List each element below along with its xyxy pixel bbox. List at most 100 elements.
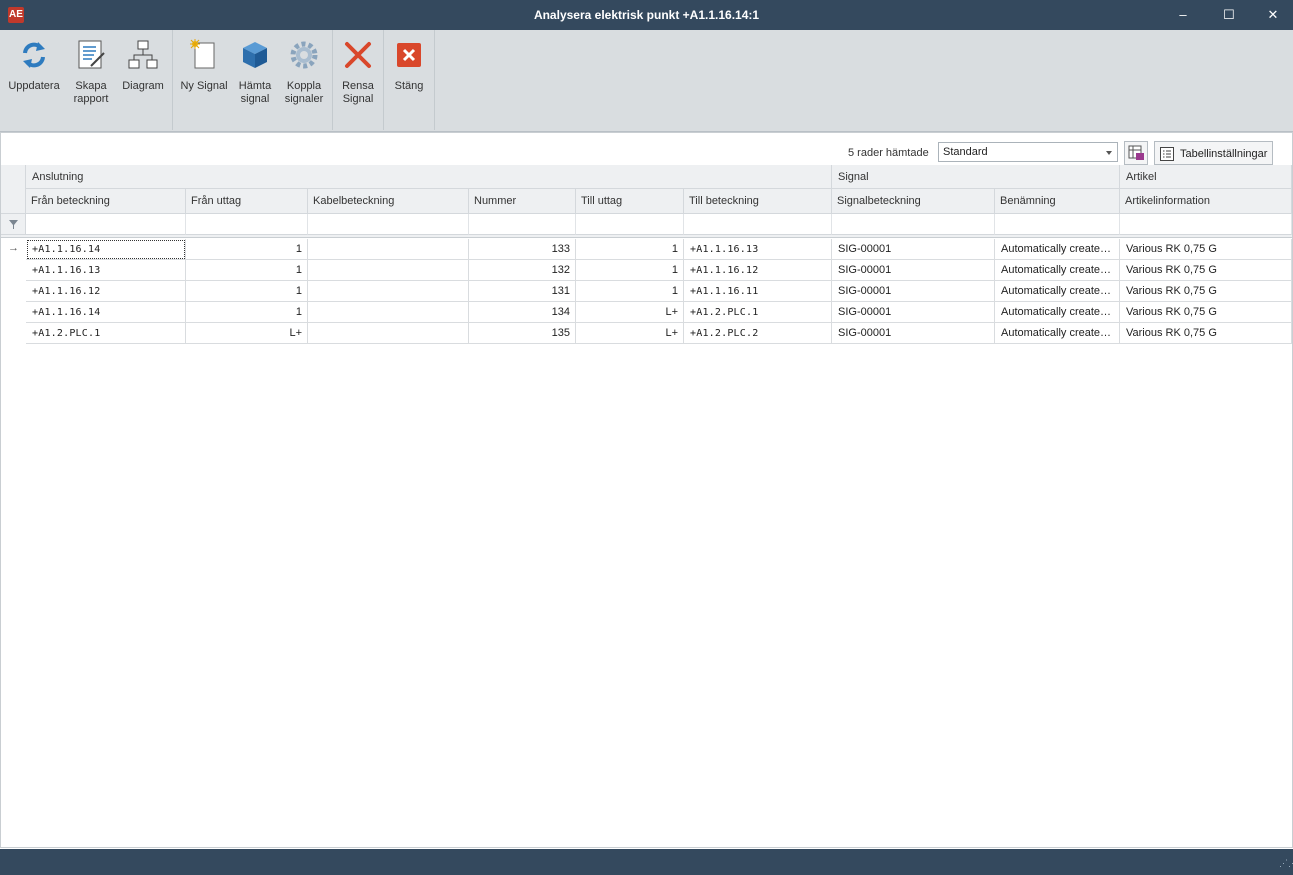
hamta-signal-label: Hämta signal <box>238 80 272 105</box>
ribbon-group-general: Uppdatera Skapa rapport Diagram <box>0 30 173 130</box>
save-layout-button[interactable] <box>1124 141 1148 165</box>
col-till-uttag-cell[interactable]: L+ <box>576 302 684 323</box>
col-benamning-cell[interactable]: Automatically created... <box>995 239 1120 260</box>
koppla-signaler-label: Koppla signaler <box>284 80 324 105</box>
col-till-uttag-cell[interactable]: L+ <box>576 323 684 344</box>
report-icon <box>78 40 105 69</box>
col-till-beteckning-filter-input[interactable] <box>684 214 832 235</box>
col-till-beteckning-cell[interactable]: +A1.2.PLC.2 <box>684 323 832 344</box>
col-artikelinformation-cell[interactable]: Various RK 0,75 G <box>1120 302 1292 323</box>
col-fran-beteckning-cell[interactable]: +A1.1.16.14 <box>26 302 186 323</box>
col-fran-uttag-cell[interactable]: 1 <box>186 281 308 302</box>
col-fran-beteckning-cell[interactable]: +A1.1.16.14 <box>26 239 186 260</box>
col-nummer-header[interactable]: Nummer <box>469 189 576 214</box>
col-fran-uttag-cell[interactable]: 1 <box>186 260 308 281</box>
col-fran-uttag-filter-input[interactable] <box>186 214 308 235</box>
header-separator <box>1 235 1292 238</box>
col-till-uttag-filter-input[interactable] <box>576 214 684 235</box>
cube-icon <box>243 42 267 68</box>
diagram-button[interactable]: Diagram <box>118 34 168 114</box>
close-window-button[interactable]: ✕ <box>1250 0 1293 30</box>
col-nummer-cell[interactable]: 131 <box>469 281 576 302</box>
col-till-uttag-cell[interactable]: 1 <box>576 260 684 281</box>
col-signalbeteckning-filter-input[interactable] <box>832 214 995 235</box>
col-signalbeteckning-cell[interactable]: SIG-00001 <box>832 260 995 281</box>
table-settings-button[interactable]: Tabellinställningar <box>1154 141 1273 165</box>
row-indicator[interactable] <box>1 260 26 281</box>
close-red-icon <box>397 43 421 67</box>
col-till-uttag-cell[interactable]: 1 <box>576 239 684 260</box>
col-kabelbeteckning-cell[interactable] <box>308 323 469 344</box>
col-nummer-cell[interactable]: 132 <box>469 260 576 281</box>
row-indicator[interactable] <box>1 323 26 344</box>
col-till-beteckning-cell[interactable]: +A1.1.16.13 <box>684 239 832 260</box>
col-signalbeteckning-cell[interactable]: SIG-00001 <box>832 302 995 323</box>
col-kabelbeteckning-filter-input[interactable] <box>308 214 469 235</box>
col-fran-beteckning-header[interactable]: Från beteckning <box>26 189 186 214</box>
col-fran-uttag-cell[interactable]: 1 <box>186 239 308 260</box>
col-fran-uttag-cell[interactable]: L+ <box>186 323 308 344</box>
col-fran-beteckning-cell[interactable]: +A1.1.16.12 <box>26 281 186 302</box>
col-kabelbeteckning-cell[interactable] <box>308 281 469 302</box>
stang-label: Stäng <box>394 80 424 92</box>
title-bar: AE Analysera elektrisk punkt +A1.1.16.14… <box>0 0 1293 30</box>
col-nummer-filter-input[interactable] <box>469 214 576 235</box>
row-indicator[interactable] <box>1 281 26 302</box>
band-artikel[interactable]: Artikel <box>1120 165 1292 189</box>
col-fran-beteckning-cell[interactable]: +A1.2.PLC.1 <box>26 323 186 344</box>
koppla-signaler-button[interactable]: Koppla signaler <box>279 34 329 114</box>
col-benamning-cell[interactable]: Automatically created... <box>995 260 1120 281</box>
col-benamning-header[interactable]: Benämning <box>995 189 1120 214</box>
stang-button[interactable]: Stäng <box>386 34 432 114</box>
col-benamning-cell[interactable]: Automatically created... <box>995 323 1120 344</box>
minimize-button[interactable]: – <box>1160 0 1206 30</box>
window-title: Analysera elektrisk punkt +A1.1.16.14:1 <box>533 8 760 22</box>
col-till-beteckning-cell[interactable]: +A1.1.16.12 <box>684 260 832 281</box>
col-benamning-cell[interactable]: Automatically created... <box>995 281 1120 302</box>
band-signal[interactable]: Signal <box>832 165 1120 189</box>
col-artikelinformation-header[interactable]: Artikelinformation <box>1120 189 1292 214</box>
col-till-beteckning-cell[interactable]: +A1.2.PLC.1 <box>684 302 832 323</box>
col-till-beteckning-cell[interactable]: +A1.1.16.11 <box>684 281 832 302</box>
uppdatera-button[interactable]: Uppdatera <box>4 34 64 114</box>
col-kabelbeteckning-header[interactable]: Kabelbeteckning <box>308 189 469 214</box>
band-anslutning[interactable]: Anslutning <box>26 165 832 189</box>
col-kabelbeteckning-cell[interactable] <box>308 302 469 323</box>
col-benamning-cell[interactable]: Automatically created... <box>995 302 1120 323</box>
col-artikelinformation-cell[interactable]: Various RK 0,75 G <box>1120 323 1292 344</box>
col-benamning-filter-input[interactable] <box>995 214 1120 235</box>
filter-row-indicator[interactable] <box>1 214 26 235</box>
col-kabelbeteckning-cell[interactable] <box>308 260 469 281</box>
resize-grip-icon[interactable]: ⋰⋰ <box>1279 859 1293 871</box>
maximize-button[interactable]: ☐ <box>1206 0 1252 30</box>
row-indicator[interactable] <box>1 302 26 323</box>
col-till-beteckning-header[interactable]: Till beteckning <box>684 189 832 214</box>
hamta-signal-button[interactable]: Hämta signal <box>231 34 279 114</box>
chevron-down-icon <box>1106 151 1112 155</box>
col-artikelinformation-cell[interactable]: Various RK 0,75 G <box>1120 281 1292 302</box>
col-nummer-cell[interactable]: 133 <box>469 239 576 260</box>
col-signalbeteckning-cell[interactable]: SIG-00001 <box>832 281 995 302</box>
col-fran-beteckning-cell[interactable]: +A1.1.16.13 <box>26 260 186 281</box>
col-signalbeteckning-header[interactable]: Signalbeteckning <box>832 189 995 214</box>
col-kabelbeteckning-cell[interactable] <box>308 239 469 260</box>
col-artikelinformation-cell[interactable]: Various RK 0,75 G <box>1120 239 1292 260</box>
col-fran-uttag-cell[interactable]: 1 <box>186 302 308 323</box>
ny-signal-button[interactable]: Ny Signal <box>177 34 231 114</box>
col-till-uttag-cell[interactable]: 1 <box>576 281 684 302</box>
rensa-signal-button[interactable]: Rensa Signal <box>335 34 381 114</box>
col-artikelinformation-filter-input[interactable] <box>1120 214 1292 235</box>
col-fran-uttag-header[interactable]: Från uttag <box>186 189 308 214</box>
skapa-rapport-button[interactable]: Skapa rapport <box>64 34 118 114</box>
col-nummer-cell[interactable]: 134 <box>469 302 576 323</box>
col-fran-beteckning-filter-input[interactable] <box>26 214 186 235</box>
rows-fetched-label: 5 rader hämtade <box>848 147 929 159</box>
col-nummer-cell[interactable]: 135 <box>469 323 576 344</box>
col-artikelinformation-cell[interactable]: Various RK 0,75 G <box>1120 260 1292 281</box>
col-till-uttag-header[interactable]: Till uttag <box>576 189 684 214</box>
col-signalbeteckning-cell[interactable]: SIG-00001 <box>832 323 995 344</box>
row-indicator[interactable]: → <box>1 239 26 260</box>
col-signalbeteckning-cell[interactable]: SIG-00001 <box>832 239 995 260</box>
layout-select[interactable]: Standard <box>938 142 1118 162</box>
uppdatera-label: Uppdatera <box>8 80 60 92</box>
